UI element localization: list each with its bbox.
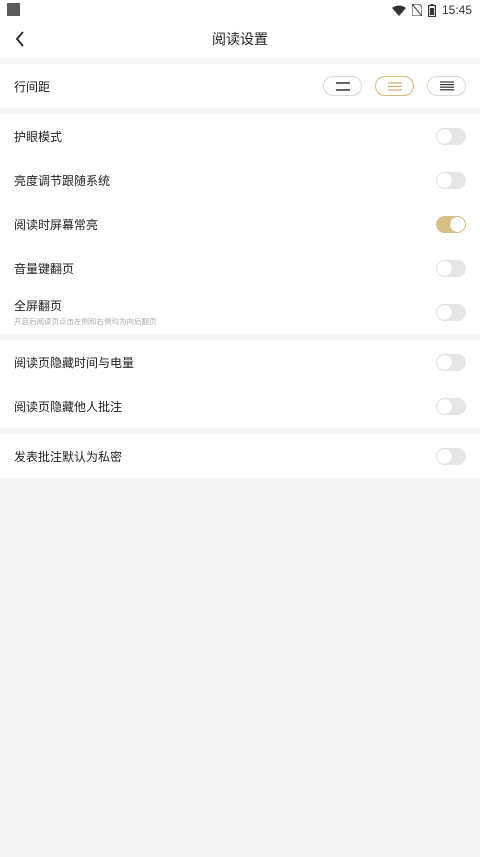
hide-time-battery-label: 阅读页隐藏时间与电量	[14, 355, 135, 370]
battery-icon	[427, 3, 436, 17]
screen-always-on-row: 阅读时屏幕常亮	[0, 202, 480, 246]
brightness-follow-label: 亮度调节跟随系统	[14, 173, 111, 188]
status-bar: 15:45	[0, 0, 480, 20]
hide-others-notes-label: 阅读页隐藏他人批注	[14, 399, 123, 414]
wifi-icon	[391, 5, 406, 16]
private-notes-toggle[interactable]	[436, 447, 466, 465]
back-button[interactable]	[10, 29, 30, 49]
fullscreen-turn-description: 开启后阅读页点击左侧和右侧均为向后翻页	[14, 317, 157, 326]
fullscreen-turn-toggle[interactable]	[436, 303, 466, 321]
private-notes-row: 发表批注默认为私密	[0, 434, 480, 478]
fullscreen-turn-text: 全屏翻页 开启后阅读页点击左侧和右侧均为向后翻页	[14, 297, 157, 327]
screen-always-on-toggle[interactable]	[436, 215, 466, 233]
notification-icon	[7, 3, 20, 16]
page-title: 阅读设置	[212, 32, 268, 48]
eye-protection-toggle[interactable]	[436, 127, 466, 145]
hide-time-battery-toggle[interactable]	[436, 353, 466, 371]
reading-options-section: 护眼模式 亮度调节跟随系统 阅读时屏幕常亮 音量键翻页 全屏翻页 开启后阅读页点…	[0, 114, 480, 334]
line-spacing-label: 行间距	[14, 79, 51, 94]
chevron-left-icon	[15, 31, 24, 47]
clock: 15:45	[441, 3, 472, 17]
line-spacing-row: 行间距	[0, 64, 480, 108]
spacing-loose-icon	[335, 81, 350, 91]
hide-others-notes-toggle[interactable]	[436, 397, 466, 415]
eye-protection-label: 护眼模式	[14, 129, 63, 144]
line-spacing-section: 行间距	[0, 64, 480, 108]
hide-others-notes-row: 阅读页隐藏他人批注	[0, 384, 480, 428]
spacing-medium-button[interactable]	[375, 76, 414, 96]
spacing-tight-button[interactable]	[427, 76, 466, 96]
eye-protection-row: 护眼模式	[0, 114, 480, 158]
spacing-loose-button[interactable]	[323, 76, 362, 96]
app-header: 阅读设置	[0, 20, 480, 58]
hide-time-battery-row: 阅读页隐藏时间与电量	[0, 340, 480, 384]
private-notes-label: 发表批注默认为私密	[14, 449, 123, 464]
spacing-tight-icon	[439, 81, 454, 91]
line-spacing-options	[323, 76, 466, 96]
brightness-follow-toggle[interactable]	[436, 171, 466, 189]
reading-page-section: 阅读页隐藏时间与电量 阅读页隐藏他人批注	[0, 340, 480, 428]
brightness-follow-row: 亮度调节跟随系统	[0, 158, 480, 202]
no-sim-icon	[411, 4, 422, 16]
volume-key-turn-row: 音量键翻页	[0, 246, 480, 290]
status-icons: 15:45	[391, 2, 472, 18]
volume-key-turn-toggle[interactable]	[436, 259, 466, 277]
fullscreen-turn-label: 全屏翻页	[14, 299, 63, 313]
screen-always-on-label: 阅读时屏幕常亮	[14, 217, 99, 232]
spacing-medium-icon	[387, 81, 402, 91]
fullscreen-turn-row: 全屏翻页 开启后阅读页点击左侧和右侧均为向后翻页	[0, 290, 480, 334]
notes-section: 发表批注默认为私密	[0, 434, 480, 478]
volume-key-turn-label: 音量键翻页	[14, 261, 75, 276]
